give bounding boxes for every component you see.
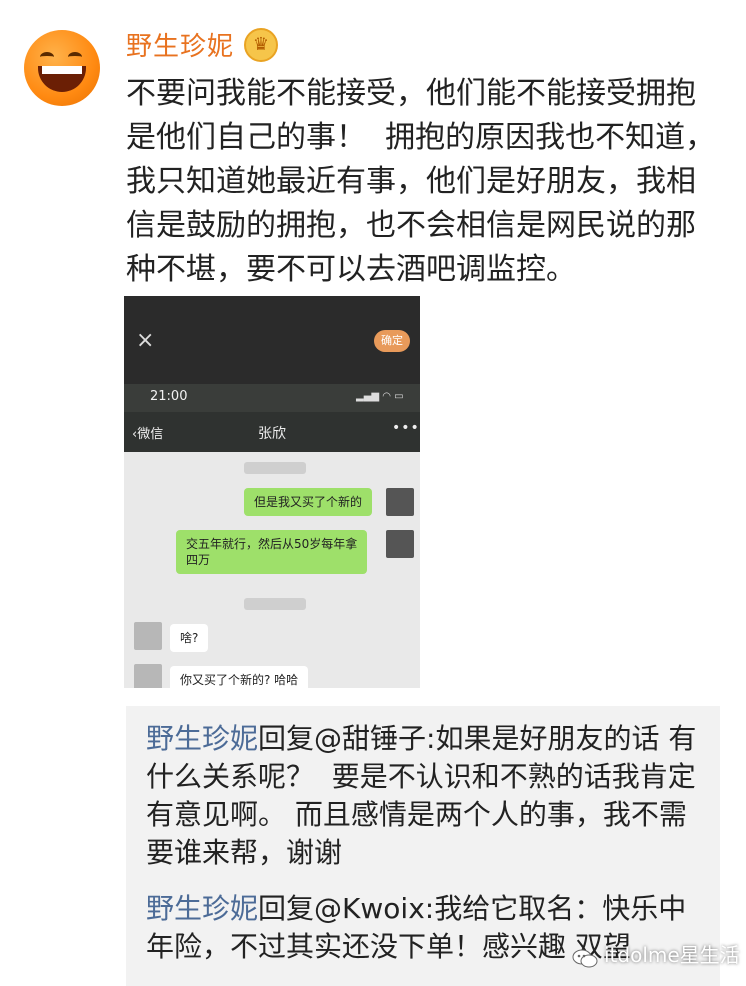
watermark: itdolme星生活	[572, 938, 740, 972]
reply-author[interactable]: 野生珍妮	[146, 722, 258, 755]
more-icon[interactable]: •••	[392, 420, 420, 436]
timestamp-badge	[244, 462, 306, 474]
avatar[interactable]	[24, 30, 100, 106]
chat-bubble: 啥?	[170, 624, 209, 652]
reply-author[interactable]: 野生珍妮	[146, 892, 258, 925]
avatar-eye-icon	[40, 52, 54, 62]
chat-avatar	[134, 664, 162, 688]
chat-avatar	[386, 488, 414, 516]
post-text: 不要问我能不能接受，他们能不能接受拥抱 是他们自己的事！ 拥抱的原因我也不知道，…	[126, 76, 716, 287]
back-button[interactable]: ‹微信	[132, 423, 163, 442]
chat-bubble: 交五年就行，然后从50岁每年拿 四万	[176, 530, 368, 574]
timestamp-badge	[244, 598, 306, 610]
avatar-mouth-icon	[38, 66, 86, 92]
image-viewer-header: × 确定	[124, 296, 420, 384]
close-icon[interactable]: ×	[136, 328, 154, 353]
chat-nav-bar: ‹微信 张欣 •••	[124, 412, 420, 452]
confirm-button[interactable]: 确定	[374, 330, 410, 352]
weibo-post: 野生珍妮 ♛ 不要问我能不能接受，他们能不能接受拥抱 是他们自己的事！ 拥抱的原…	[0, 0, 746, 986]
chat-bubble: 但是我又买了个新的	[244, 488, 373, 516]
embedded-screenshot[interactable]: × 确定 21:00 ▂▄▆ ◠ ▭ ‹微信 张欣 ••• 但是我又买了个新的 …	[124, 296, 420, 688]
avatar-eye-icon	[68, 52, 82, 62]
chat-contact-name: 张欣	[258, 426, 286, 442]
chat-bubble: 你又买了个新的? 哈哈	[170, 666, 309, 688]
wechat-icon	[572, 946, 598, 968]
crown-badge-icon: ♛	[244, 28, 278, 62]
watermark-text: itdolme星生活	[604, 943, 740, 967]
chat-avatar	[134, 622, 162, 650]
status-time: 21:00	[150, 389, 188, 404]
signal-icon: ▂▄▆ ◠ ▭	[356, 391, 404, 402]
username[interactable]: 野生珍妮	[126, 26, 234, 63]
reply-item: 野生珍妮回复@甜锤子:如果是好朋友的话 有 什么关系呢？ 要是不认识和不熟的话我…	[146, 720, 706, 872]
chat-avatar	[386, 530, 414, 558]
phone-status-bar: 21:00 ▂▄▆ ◠ ▭	[124, 384, 420, 412]
